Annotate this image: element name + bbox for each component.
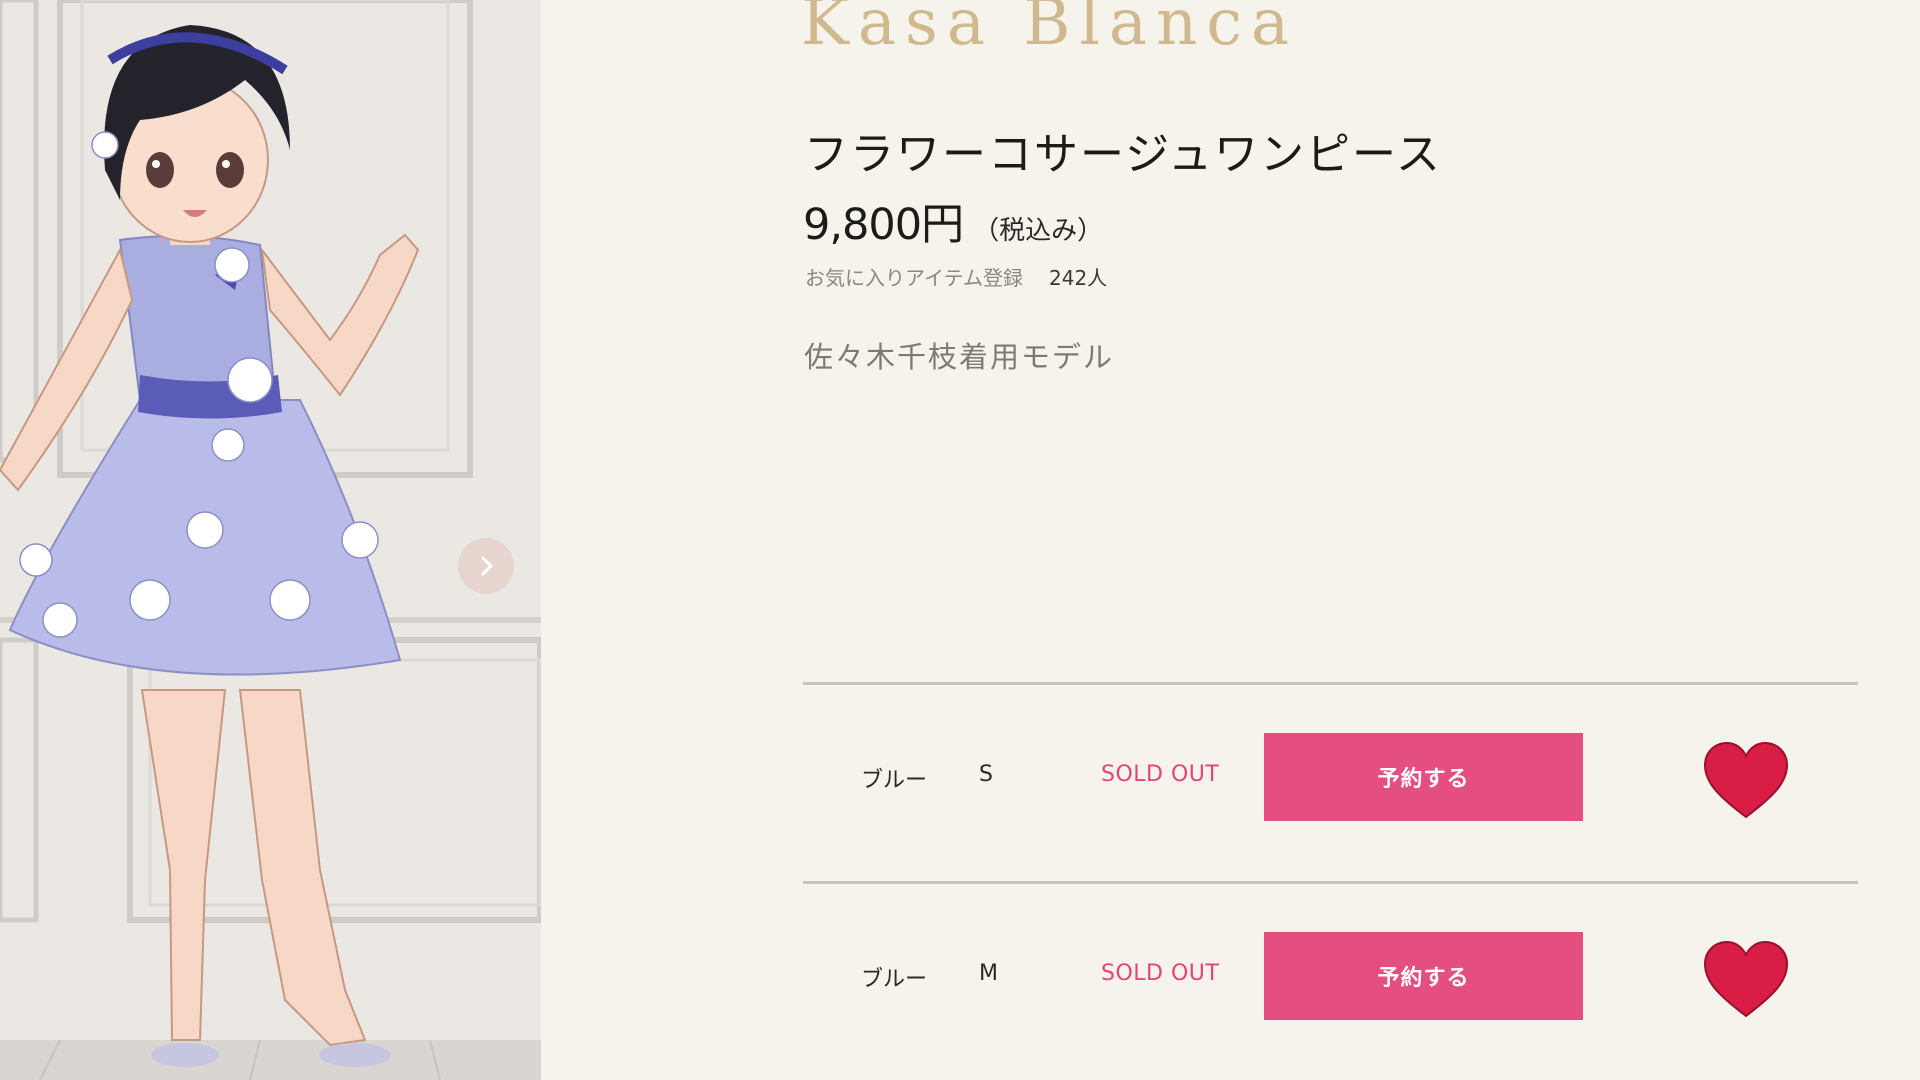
favorite-label: お気に入りアイテム登録 (805, 266, 1023, 290)
chevron-right-icon (480, 555, 494, 577)
variant-color: ブルー (861, 768, 928, 793)
divider (803, 881, 1858, 884)
heart-icon[interactable] (1703, 940, 1789, 1020)
product-image (0, 0, 541, 1080)
variant-row: ブルー M SOLD OUT 予約する (803, 932, 1858, 1022)
variant-row: ブルー S SOLD OUT 予約する (803, 733, 1858, 823)
price-row: 9,800円 （税込み） (803, 190, 1103, 252)
model-note: 佐々木千枝着用モデル (804, 340, 1115, 374)
reserve-button[interactable]: 予約する (1264, 733, 1583, 821)
product-details: Kasa Blanca フラワーコサージュワンピース 9,800円 （税込み） お… (541, 0, 1920, 1080)
product-title: フラワーコサージュワンピース (804, 129, 1442, 180)
stock-status: SOLD OUT (1101, 961, 1220, 986)
favorite-registration: お気に入りアイテム登録 242人 (805, 262, 1107, 291)
model-illustration (0, 0, 541, 1080)
favorite-count: 242人 (1049, 266, 1108, 290)
divider (803, 682, 1858, 685)
stock-status: SOLD OUT (1101, 762, 1220, 787)
variant-size: S (979, 762, 993, 787)
product-page: Kasa Blanca フラワーコサージュワンピース 9,800円 （税込み） お… (0, 0, 1920, 1080)
heart-icon[interactable] (1703, 741, 1789, 821)
tax-note: （税込み） (973, 216, 1104, 246)
brand-logo[interactable]: Kasa Blanca (801, 0, 1298, 60)
product-price: 9,800円 (803, 200, 964, 250)
next-image-button[interactable] (458, 538, 514, 594)
variant-color: ブルー (861, 967, 928, 992)
variant-size: M (979, 961, 998, 986)
reserve-button[interactable]: 予約する (1264, 932, 1583, 1020)
